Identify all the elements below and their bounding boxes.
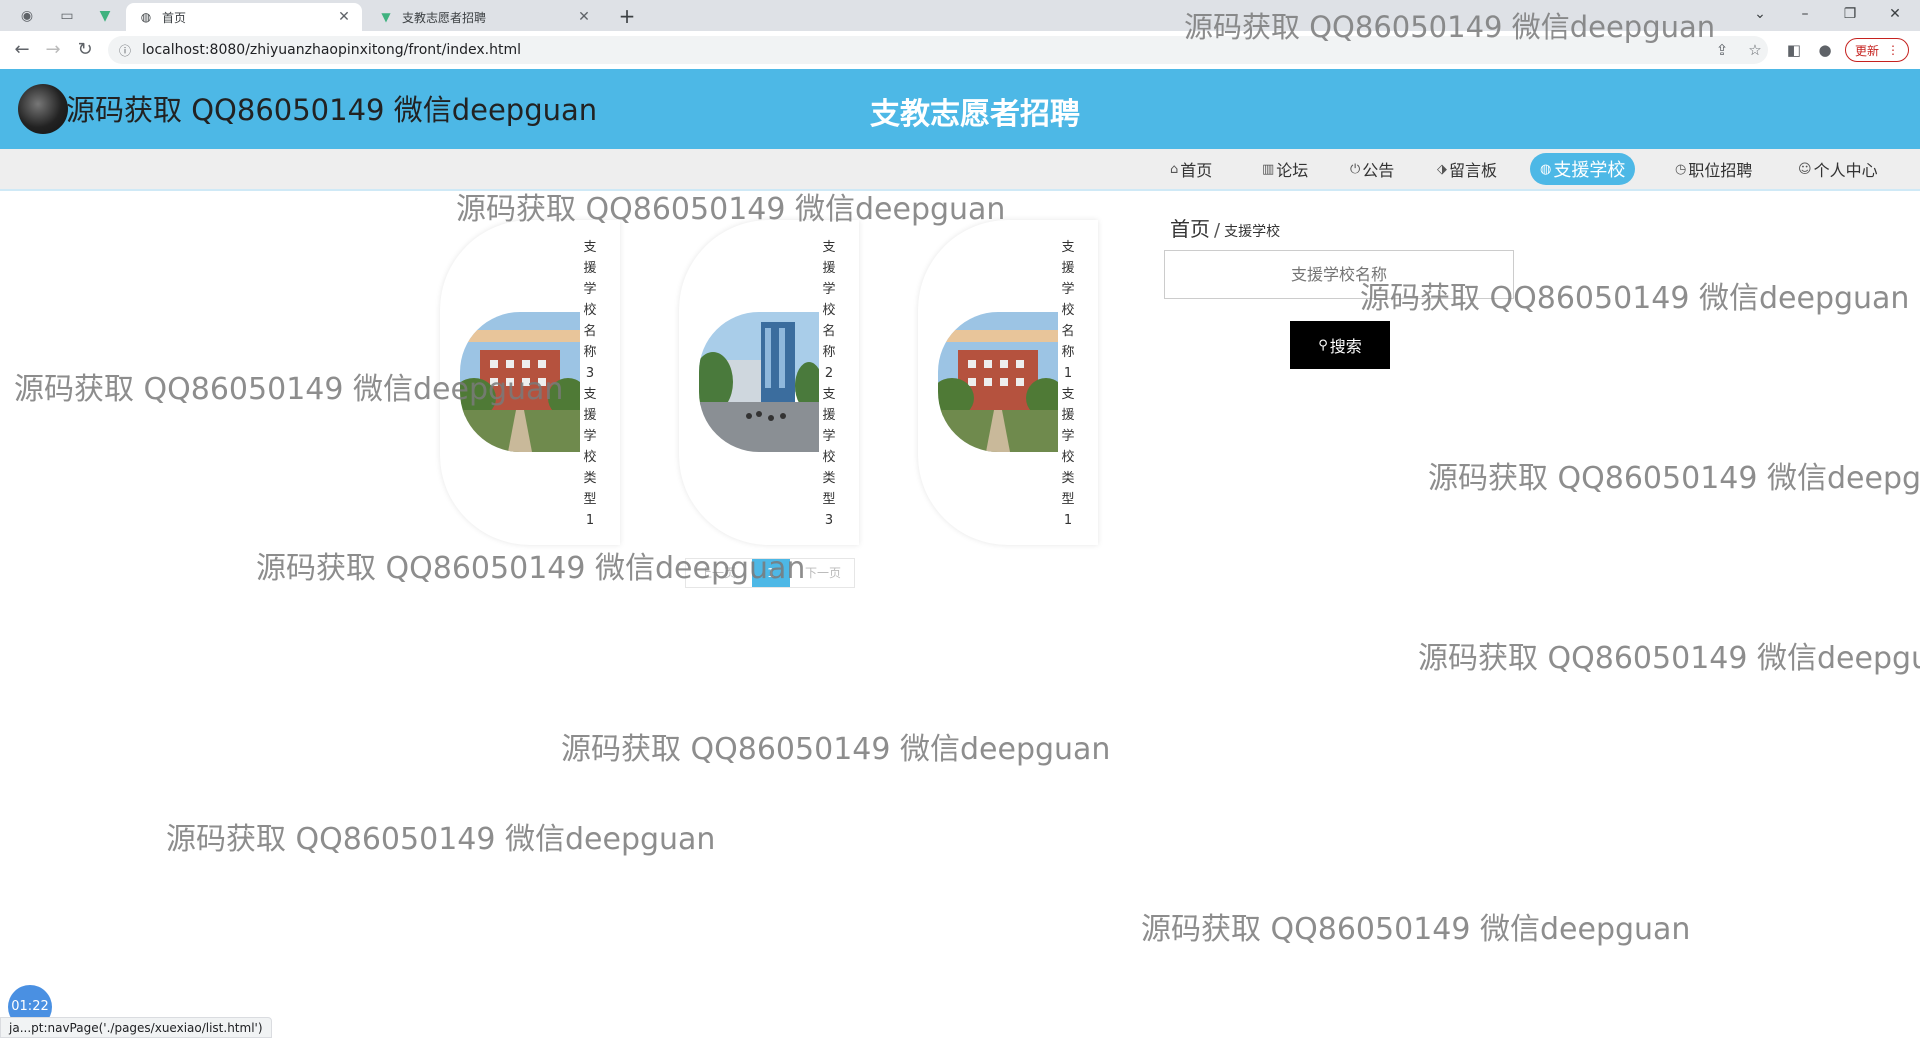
breadcrumb-separator: / [1214, 220, 1221, 241]
nav-item-forum[interactable]: ▥ 论坛 [1262, 153, 1308, 185]
power-icon: ⏻ [1350, 161, 1361, 177]
nav-label: 论坛 [1276, 161, 1309, 180]
globe-icon: ◍ [1540, 161, 1552, 177]
pinned-tab-blank-icon[interactable]: ▭ [54, 4, 80, 28]
nav-label: 公告 [1362, 161, 1395, 180]
update-button[interactable]: 更新 ⋮ [1845, 38, 1909, 62]
home-icon: ⌂ [1170, 161, 1179, 177]
nav-item-schools[interactable]: ◍ 支援学校 [1530, 153, 1636, 185]
globe-icon: ◍ [140, 10, 152, 24]
watermark-text: 源码获取 QQ86050149 微信deepguan [561, 732, 1111, 767]
reload-icon[interactable]: ↻ [73, 38, 97, 62]
school-name: 支援学校名称2 [822, 240, 836, 381]
school-type: 支援学校类型1 [583, 387, 597, 528]
watermark-text: 源码获取 QQ86050149 微信deepguan [1184, 10, 1716, 44]
close-icon[interactable]: ✕ [576, 9, 592, 25]
watermark-text: 源码获取 QQ86050149 微信deepguan [456, 192, 1006, 227]
nav-item-message-board[interactable]: ⬗ 留言板 [1437, 153, 1497, 185]
school-info: 支援学校名称2 支援学校类型3 [819, 237, 839, 531]
header-notice: 源码获取 QQ86050149 微信deepguan [66, 93, 598, 127]
tab-label: 支教志愿者招聘 [402, 10, 487, 25]
school-type: 支援学校类型1 [1061, 387, 1075, 528]
watermark-text: 源码获取 QQ86050149 微信deepguan [1141, 912, 1691, 947]
update-label: 更新 [1854, 43, 1879, 58]
restore-button[interactable]: ❐ [1830, 2, 1870, 26]
more-icon: ⋮ [1887, 43, 1899, 57]
breadcrumb: 首页 / 支援学校 [1170, 213, 1280, 242]
school-name: 支援学校名称3 [583, 240, 597, 381]
status-bar: ja...pt:navPage('./pages/xuexiao/list.ht… [0, 1017, 272, 1038]
search-icon: ⚲ [1318, 337, 1328, 353]
watermark-text: 源码获取 QQ86050149 微信deepguan [1428, 461, 1920, 496]
minimize-button[interactable]: – [1785, 2, 1825, 26]
nav-item-notice[interactable]: ⏻ 公告 [1350, 153, 1394, 185]
school-info: 支援学校名称1 支援学校类型1 [1058, 237, 1078, 531]
watermark-text: 源码获取 QQ86050149 微信deepguan [14, 372, 564, 407]
breadcrumb-home[interactable]: 首页 [1170, 217, 1210, 241]
nav-label: 首页 [1180, 161, 1213, 180]
nav-label: 个人中心 [1813, 161, 1878, 180]
tab-label: 首页 [162, 10, 187, 25]
tag-icon: ⬗ [1437, 161, 1447, 177]
profile-icon[interactable]: ● [1813, 38, 1837, 62]
search-button[interactable]: ⚲ 搜索 [1290, 321, 1390, 369]
watermark-text: 源码获取 QQ86050149 微信deepguan [1418, 641, 1920, 676]
logo [18, 84, 68, 134]
school-card[interactable]: 支援学校名称1 支援学校类型1 [918, 220, 1098, 545]
chevron-down-icon[interactable]: ⌄ [1740, 2, 1780, 26]
vue-tab-icon[interactable]: ▼ [92, 4, 118, 28]
side-panel-icon[interactable]: ◧ [1782, 38, 1806, 62]
user-icon: ☺ [1798, 161, 1812, 177]
site-header: 源码获取 QQ86050149 微信deepguan 支教志愿者招聘 [0, 69, 1920, 149]
vue-icon: ▼ [381, 10, 391, 24]
forum-icon: ▥ [1262, 161, 1275, 177]
watermark-text: 源码获取 QQ86050149 微信deepguan [166, 822, 716, 857]
nav-label: 留言板 [1449, 161, 1498, 180]
nav-item-user-center[interactable]: ☺ 个人中心 [1798, 153, 1878, 185]
tab-home[interactable]: ◍ 首页 ✕ [126, 3, 362, 31]
watermark-text: 源码获取 QQ86050149 微信deepguan [256, 551, 806, 586]
watermark-text: 源码获取 QQ86050149 微信deepguan [1360, 281, 1910, 316]
pinned-tab-icon[interactable]: ◉ [14, 4, 40, 28]
search-button-label: 搜索 [1329, 337, 1362, 356]
close-window-button[interactable]: ✕ [1875, 2, 1915, 26]
back-icon[interactable]: ← [10, 38, 34, 62]
school-type: 支援学校类型3 [822, 387, 836, 528]
school-photo[interactable] [699, 312, 819, 452]
forward-icon[interactable]: → [41, 38, 65, 62]
new-tab-button[interactable]: + [615, 4, 639, 28]
school-info: 支援学校名称3 支援学校类型1 [580, 237, 600, 531]
school-photo[interactable] [938, 312, 1058, 452]
nav-item-home[interactable]: ⌂ 首页 [1170, 153, 1212, 185]
school-name: 支援学校名称1 [1061, 240, 1075, 381]
school-card[interactable]: 支援学校名称2 支援学校类型3 [679, 220, 859, 545]
site-title: 支教志愿者招聘 [870, 97, 1080, 132]
url-input[interactable] [140, 41, 744, 59]
star-icon[interactable]: ☆ [1743, 38, 1767, 62]
nav-item-jobs[interactable]: ◷ 职位招聘 [1675, 153, 1752, 185]
clock-icon: ◷ [1675, 161, 1687, 177]
breadcrumb-current: 支援学校 [1224, 224, 1281, 240]
nav-label: 支援学校 [1553, 160, 1626, 181]
info-icon[interactable]: ⓘ [118, 42, 132, 59]
close-icon[interactable]: ✕ [336, 9, 352, 25]
tab-recruit[interactable]: ▼ 支教志愿者招聘 ✕ [366, 3, 602, 31]
nav-label: 职位招聘 [1688, 161, 1753, 180]
